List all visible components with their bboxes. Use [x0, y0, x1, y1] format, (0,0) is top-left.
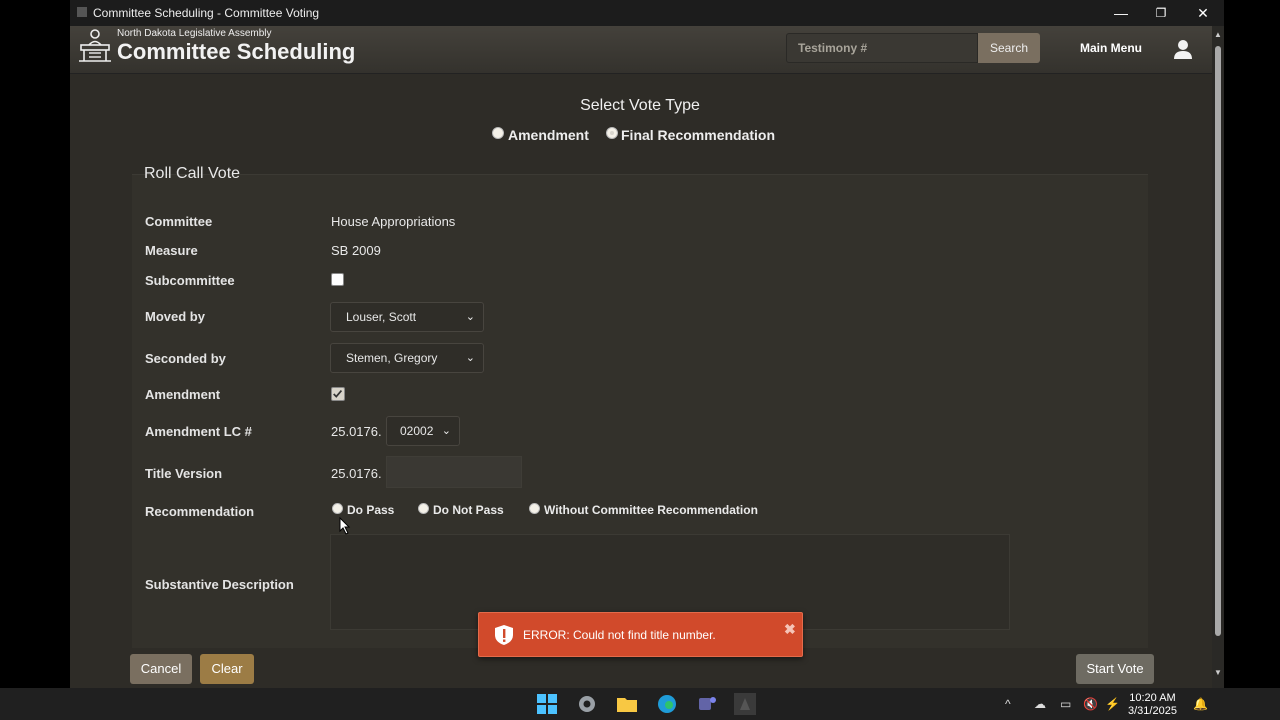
amendment-lc-select[interactable]: 02002 ⌄	[386, 416, 460, 446]
measure-label: Measure	[145, 243, 198, 258]
moved-by-select[interactable]: Louser, Scott ⌄	[330, 302, 484, 332]
recommendation-label: Recommendation	[145, 504, 255, 519]
seconded-by-label: Seconded by	[145, 351, 226, 366]
vertical-scrollbar[interactable]: ▲ ▼	[1212, 26, 1224, 688]
error-toast: ERROR: Could not find title number. ✖	[478, 612, 803, 657]
testimony-search-input[interactable]	[786, 33, 978, 63]
legislature-logo-icon	[79, 29, 111, 62]
committee-app-taskbar-icon[interactable]	[734, 693, 756, 715]
cloud-icon[interactable]: ☁	[1034, 697, 1046, 711]
checkmark-icon	[333, 390, 343, 398]
clock-time: 10:20 AM	[1129, 692, 1176, 704]
restore-button[interactable]: ❐	[1146, 3, 1176, 23]
title-version-prefix: 25.0176.	[331, 466, 382, 481]
amendment-lc-selected: 02002	[400, 424, 434, 438]
do-not-pass-radio[interactable]	[418, 503, 429, 514]
main-menu-link[interactable]: Main Menu	[1080, 41, 1142, 55]
chevron-down-icon: ⌄	[465, 352, 475, 364]
chevron-down-icon: ⌄	[465, 311, 475, 323]
do-not-pass-label[interactable]: Do Not Pass	[433, 503, 504, 517]
seconded-by-selected: Stemen, Gregory	[346, 351, 438, 365]
vote-type-amendment-radio[interactable]	[492, 127, 504, 139]
window-title: Committee Scheduling - Committee Voting	[93, 6, 320, 20]
scrollbar-thumb[interactable]	[1215, 46, 1221, 636]
warning-shield-icon	[495, 625, 513, 645]
volume-muted-icon[interactable]: 🔇	[1083, 697, 1098, 711]
cancel-button[interactable]: Cancel	[130, 654, 192, 684]
window-titlebar: Committee Scheduling - Committee Voting …	[70, 0, 1224, 26]
close-icon[interactable]: ✖	[784, 621, 796, 638]
clock-date: 3/31/2025	[1128, 705, 1177, 717]
org-name: North Dakota Legislative Assembly	[117, 28, 272, 39]
search-button[interactable]: Search	[978, 33, 1040, 63]
user-icon[interactable]	[1173, 39, 1193, 59]
notifications-icon[interactable]: 🔔	[1193, 697, 1208, 711]
do-pass-label[interactable]: Do Pass	[347, 503, 394, 517]
teams-icon[interactable]	[696, 693, 718, 715]
committee-value: House Appropriations	[331, 214, 456, 229]
scroll-down-icon[interactable]: ▼	[1214, 668, 1222, 677]
error-message: ERROR: Could not find title number.	[523, 628, 716, 642]
committee-label: Committee	[145, 214, 213, 229]
app-icon	[77, 7, 87, 17]
start-vote-button[interactable]: Start Vote	[1076, 654, 1154, 684]
vote-type-final-recommendation-radio[interactable]	[606, 127, 618, 139]
file-explorer-icon[interactable]	[616, 693, 638, 715]
taskbar: ^ ☁ ▭ 🔇 ⚡ 10:20 AM 3/31/2025 🔔	[0, 688, 1280, 720]
vote-type-final-recommendation-label[interactable]: Final Recommendation	[621, 127, 775, 143]
subcommittee-checkbox[interactable]	[331, 273, 344, 286]
amendment-label: Amendment	[145, 387, 221, 402]
moved-by-selected: Louser, Scott	[346, 310, 417, 324]
settings-gear-icon[interactable]	[576, 693, 598, 715]
clear-button[interactable]: Clear	[200, 654, 254, 684]
without-recommendation-radio[interactable]	[529, 503, 540, 514]
mouse-pointer-icon	[339, 517, 351, 535]
measure-value: SB 2009	[331, 243, 381, 258]
subcommittee-label: Subcommittee	[145, 273, 235, 288]
title-version-input[interactable]	[386, 456, 522, 488]
battery-icon[interactable]: ⚡	[1105, 697, 1120, 711]
app-header: North Dakota Legislative Assembly Commit…	[70, 26, 1212, 74]
seconded-by-select[interactable]: Stemen, Gregory ⌄	[330, 343, 484, 373]
substantive-description-label: Substantive Description	[145, 577, 294, 592]
roll-call-vote-title: Roll Call Vote	[144, 165, 241, 182]
chevron-down-icon: ⌄	[441, 425, 451, 437]
moved-by-label: Moved by	[145, 309, 205, 324]
edge-browser-icon[interactable]	[656, 693, 678, 715]
do-pass-radio[interactable]	[332, 503, 343, 514]
minimize-button[interactable]: —	[1106, 3, 1136, 23]
amendment-lc-prefix: 25.0176.	[331, 424, 382, 439]
vote-type-amendment-label[interactable]: Amendment	[508, 127, 589, 143]
show-hidden-icons-icon[interactable]: ^	[1005, 697, 1011, 711]
vote-type-heading: Select Vote Type	[580, 97, 700, 114]
amendment-lc-label: Amendment LC #	[145, 424, 252, 439]
network-icon[interactable]: ▭	[1060, 697, 1071, 711]
amendment-checkbox[interactable]	[331, 387, 345, 401]
title-version-label: Title Version	[145, 466, 223, 481]
scroll-up-icon[interactable]: ▲	[1214, 30, 1222, 39]
without-recommendation-label[interactable]: Without Committee Recommendation	[544, 503, 758, 517]
taskbar-clock[interactable]: 10:20 AM 3/31/2025	[1128, 692, 1177, 718]
app-title: Committee Scheduling	[117, 39, 356, 64]
windows-start-icon[interactable]	[536, 693, 558, 715]
close-window-button[interactable]: ✕	[1188, 3, 1218, 23]
app-window: Committee Scheduling - Committee Voting …	[70, 0, 1224, 688]
